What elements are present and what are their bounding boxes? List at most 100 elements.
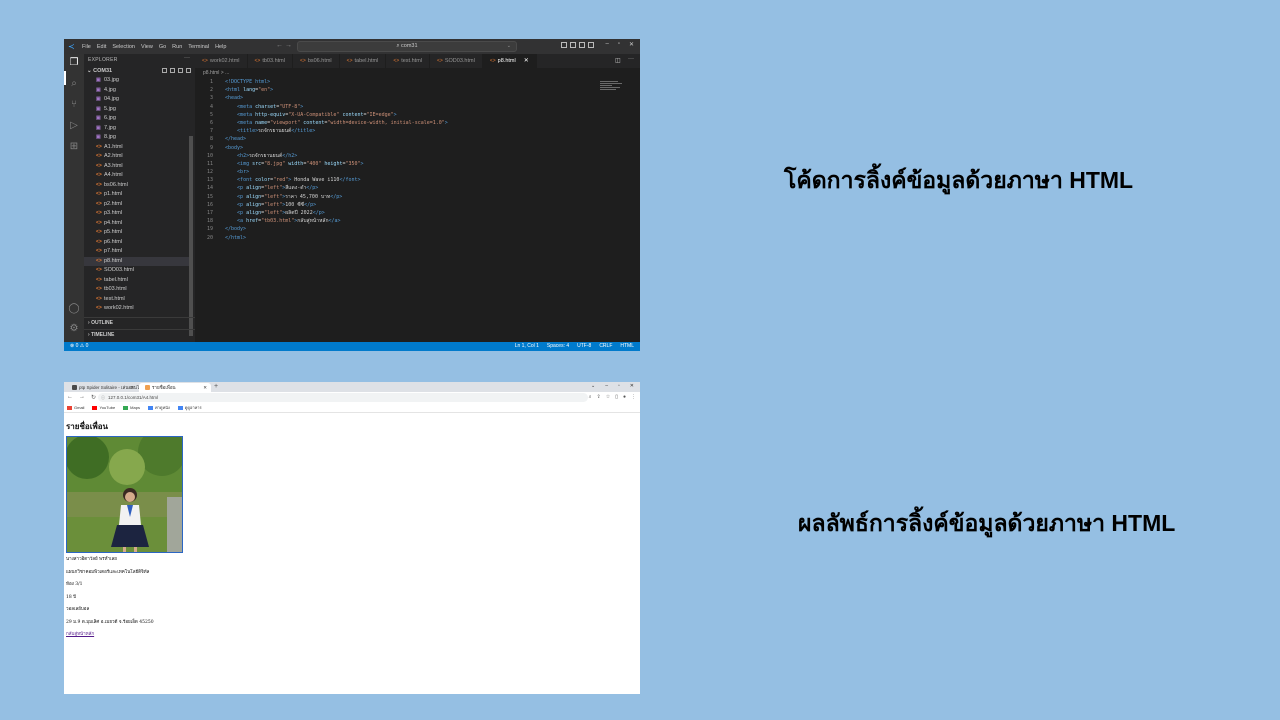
menu-item-view[interactable]: View [141, 44, 153, 50]
file-item[interactable]: ▣ 04.jpg [84, 95, 192, 105]
toggle-panel-icon[interactable] [570, 42, 576, 48]
file-item[interactable]: ▣ 4.jpg [84, 86, 192, 96]
file-item[interactable]: <> A1.html [84, 143, 192, 153]
status-item[interactable]: Ln 1, Col 1 [515, 342, 539, 351]
bookmark-item[interactable]: YouTube [92, 405, 115, 410]
explorer-icon[interactable]: ❐ [68, 57, 80, 69]
profile-icon[interactable]: ● [623, 394, 626, 400]
file-item[interactable]: <> p3.html [84, 209, 192, 219]
status-item[interactable]: CRLF [599, 342, 612, 351]
menu-icon[interactable]: ⋮ [631, 394, 636, 400]
file-item[interactable]: <> p6.html [84, 238, 192, 248]
more-actions-icon[interactable]: ··· [184, 55, 190, 61]
file-item[interactable]: ▣ 8.jpg [84, 133, 192, 143]
status-item[interactable]: UTF-8 [577, 342, 591, 351]
chevron-down-icon[interactable]: ⌄ [507, 42, 511, 51]
file-item[interactable]: <> A2.html [84, 152, 192, 162]
gear-icon[interactable]: ⚙ [68, 323, 80, 335]
sidepanel-icon[interactable]: ▯ [615, 394, 618, 400]
bookmark-item[interactable]: Gmail [67, 405, 84, 410]
file-item[interactable]: <> bs06.html [84, 181, 192, 191]
close-tab-icon[interactable]: ✕ [524, 58, 529, 64]
back-home-link[interactable]: กลับสู่หน้าหลัก [66, 632, 94, 637]
share-icon[interactable]: ⇪ [597, 394, 601, 400]
file-item[interactable]: <> p8.html [84, 256, 192, 266]
menu-item-selection[interactable]: Selection [112, 44, 135, 50]
extensions-icon[interactable]: ⊞ [68, 141, 80, 153]
close-icon[interactable]: ✕ [630, 383, 634, 389]
editor-tab[interactable]: <> work02.html [195, 54, 248, 68]
info-icon[interactable]: ⓘ [101, 393, 105, 402]
file-item[interactable]: <> SOD03.html [84, 266, 192, 276]
search-icon[interactable]: ⌕ [68, 78, 80, 90]
menu-item-help[interactable]: Help [215, 44, 226, 50]
tab-search-icon[interactable]: ⌄ [591, 383, 595, 389]
status-item[interactable]: Spaces: 4 [547, 342, 569, 351]
minimize-icon[interactable]: – [605, 41, 608, 48]
file-item[interactable]: <> tb03.html [84, 285, 192, 295]
file-item[interactable]: <> work02.html [84, 304, 192, 314]
browser-tab-active[interactable]: รายชื่อเพื่อน ✕ [139, 383, 211, 392]
menu-item-edit[interactable]: Edit [97, 44, 106, 50]
file-item[interactable]: <> p4.html [84, 219, 192, 229]
file-item[interactable]: <> p5.html [84, 228, 192, 238]
editor-tab[interactable]: <> bs06.html [293, 54, 340, 68]
customize-layout-icon[interactable] [588, 42, 594, 48]
close-tab-icon[interactable]: ✕ [130, 383, 134, 392]
nav-arrows-icon[interactable]: ← → [276, 42, 292, 49]
run-debug-icon[interactable]: ▷ [68, 120, 80, 132]
file-item[interactable]: <> test.html [84, 295, 192, 305]
timeline-section[interactable]: › TIMELINE [88, 332, 114, 338]
maximize-icon[interactable]: ▫ [618, 41, 620, 48]
more-actions-icon[interactable]: ··· [628, 56, 634, 62]
menu-item-terminal[interactable]: Terminal [188, 44, 209, 50]
file-item[interactable]: <> tabel.html [84, 276, 192, 286]
editor-tab[interactable]: <> tabel.html [340, 54, 387, 68]
collapse-all-icon[interactable] [186, 68, 191, 73]
file-item[interactable]: ▣ 03.jpg [84, 76, 192, 86]
command-center-search[interactable]: ⌕ com31 ⌄ [297, 41, 517, 52]
bookmark-item[interactable]: ดูดูอาหาร [177, 404, 202, 411]
editor-tab[interactable]: <> p8.html ✕ [482, 54, 537, 68]
new-tab-icon[interactable]: + [214, 383, 218, 391]
status-item[interactable]: HTML [620, 342, 634, 351]
split-editor-icon[interactable]: ◫ [615, 57, 626, 64]
toggle-sidebar-icon[interactable] [561, 42, 567, 48]
bookmark-item[interactable]: Maps [123, 405, 140, 410]
menu-item-file[interactable]: File [82, 44, 91, 50]
star-icon[interactable]: ☆ [606, 394, 610, 400]
file-item[interactable]: <> p1.html [84, 190, 192, 200]
bookmark-item[interactable]: ค่าดูหนัง [147, 404, 170, 411]
breadcrumb[interactable]: p8.html > ... [195, 68, 229, 78]
toggle-secondary-sidebar-icon[interactable] [579, 42, 585, 48]
menu-item-run[interactable]: Run [172, 44, 182, 50]
minimap[interactable] [600, 81, 624, 93]
source-control-icon[interactable]: ⑂ [68, 99, 80, 111]
forward-icon[interactable]: → [79, 394, 85, 401]
editor-tab[interactable]: <> tb03.html [248, 54, 293, 68]
file-item[interactable]: <> A4.html [84, 171, 192, 181]
file-item[interactable]: ▣ 6.jpg [84, 114, 192, 124]
editor-tab[interactable]: <> test.html [386, 54, 431, 68]
browser-tab[interactable]: ptp Spider Solitaire - เล่นออนไลน์ ✕ [66, 383, 145, 392]
close-icon[interactable]: ✕ [629, 41, 634, 48]
new-folder-icon[interactable] [170, 68, 175, 73]
file-item[interactable]: <> p2.html [84, 200, 192, 210]
file-item[interactable]: ▣ 7.jpg [84, 124, 192, 134]
problems-indicator[interactable]: ⊗ 0 ⚠ 0 [70, 342, 88, 351]
menu-item-go[interactable]: Go [159, 44, 166, 50]
new-file-icon[interactable] [162, 68, 167, 73]
refresh-icon[interactable] [178, 68, 183, 73]
back-icon[interactable]: ← [67, 394, 73, 401]
account-icon[interactable]: ◯ [68, 303, 80, 315]
outline-section[interactable]: › OUTLINE [88, 320, 113, 326]
minimize-icon[interactable]: – [605, 383, 608, 389]
file-item[interactable]: <> A3.html [84, 162, 192, 172]
code-editor[interactable]: 1 <!DOCTYPE html> 2 <html lang="en"> 3 <head>… [195, 78, 640, 342]
editor-tab[interactable]: <> SOD03.html [430, 54, 483, 68]
file-item[interactable]: <> p7.html [84, 247, 192, 257]
zoom-icon[interactable]: ⌕ [589, 394, 592, 400]
close-tab-icon[interactable]: ✕ [203, 383, 207, 392]
reload-icon[interactable]: ↻ [91, 394, 96, 401]
file-item[interactable]: ▣ 5.jpg [84, 105, 192, 115]
